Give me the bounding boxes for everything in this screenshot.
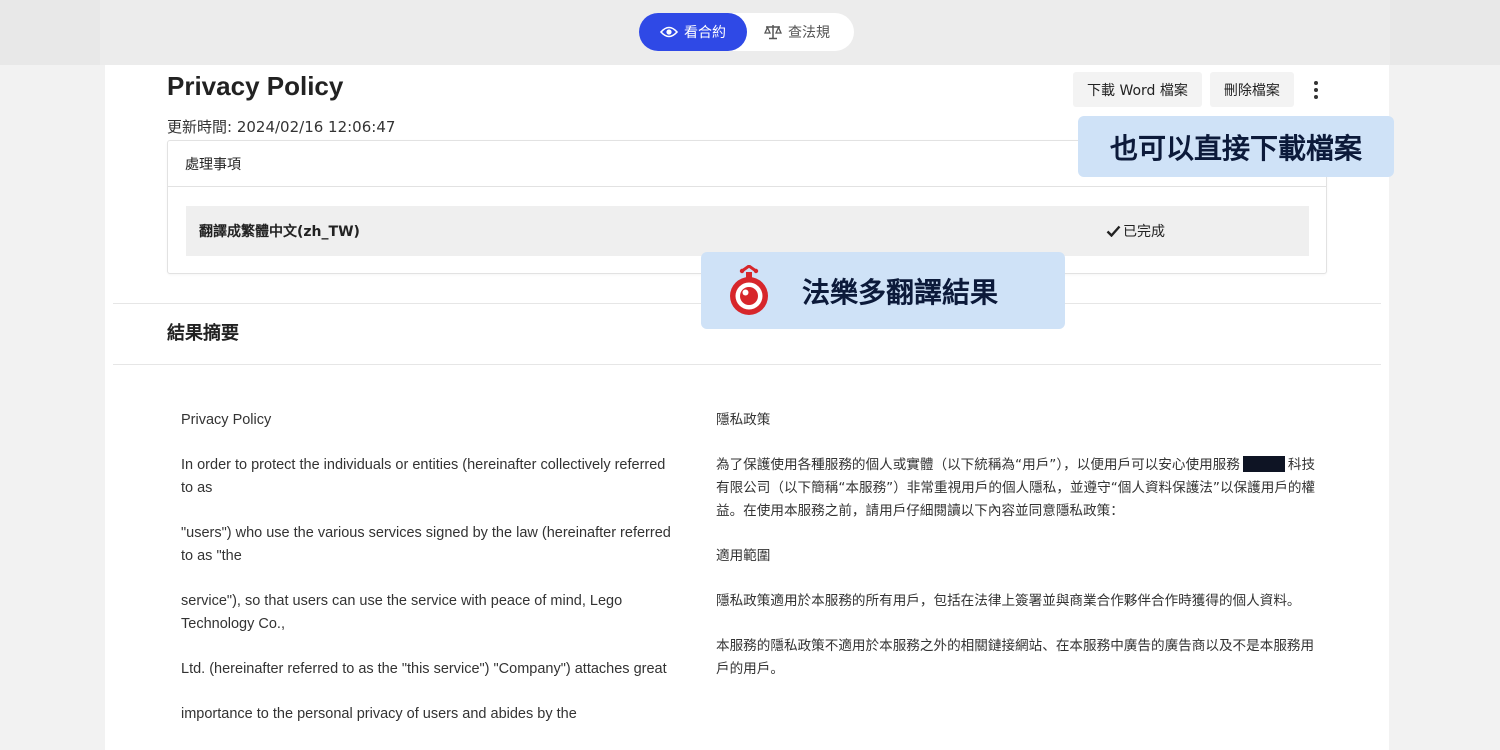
scale-icon <box>764 25 782 40</box>
original-paragraph: Privacy Policy <box>181 412 272 428</box>
translated-paragraph: 隱私政策適用於本服務的所有用戶，包括在法律上簽署並與商業合作夥伴合作時獲得的個人… <box>716 593 1301 609</box>
summary-title: 結果摘要 <box>167 323 239 344</box>
tab-search-law-label: 查法規 <box>788 25 830 41</box>
result-callout: 法樂多翻譯結果 <box>701 252 1065 329</box>
eye-icon <box>660 26 678 38</box>
original-paragraph: service"), so that users can use the ser… <box>181 593 623 632</box>
top-bar: 看合約 查法規 <box>0 0 1500 65</box>
translated-paragraph: 適用範圍 <box>716 548 771 564</box>
fa-le-duo-logo <box>730 264 768 315</box>
translated-text: 為了保護使用各種服務的個人或實體（以下統稱為“用戶”），以便用戶可以安心使用服務 <box>716 457 1240 473</box>
translated-paragraph: 隱私政策 <box>716 412 771 428</box>
delete-file-button[interactable]: 刪除檔案 <box>1209 72 1294 107</box>
original-text-column: Privacy Policy In order to protect the i… <box>181 409 671 748</box>
original-paragraph: Ltd. (hereinafter referred to as the "th… <box>181 661 667 677</box>
tab-view-contract[interactable]: 看合約 <box>639 13 747 51</box>
translated-paragraph: 本服務的隱私政策不適用於本服務之外的相關鏈接網站、在本服務中廣告的廣告商以及不是… <box>716 638 1315 677</box>
original-paragraph: importance to the personal privacy of us… <box>181 706 577 722</box>
translated-paragraph: 為了保護使用各種服務的個人或實體（以下統稱為“用戶”），以便用戶可以安心使用服務… <box>716 454 1316 523</box>
task-row: 翻譯成繁體中文(zh_TW) 已完成 <box>186 206 1309 256</box>
divider <box>113 364 1381 365</box>
page-title: Privacy Policy <box>167 71 344 101</box>
translated-text-column: 隱私政策 為了保護使用各種服務的個人或實體（以下統稱為“用戶”），以便用戶可以安… <box>716 409 1316 703</box>
download-hint-callout: 也可以直接下載檔案 <box>1078 116 1394 177</box>
more-vertical-icon[interactable] <box>1302 72 1330 107</box>
task-status-label: 已完成 <box>1123 224 1165 240</box>
tab-search-law[interactable]: 查法規 <box>747 13 847 51</box>
redaction-bar <box>1242 456 1285 472</box>
task-name: 翻譯成繁體中文(zh_TW) <box>199 224 360 240</box>
check-icon <box>1106 225 1121 237</box>
document-actions: 下載 Word 檔案 刪除檔案 <box>1073 72 1330 107</box>
view-toggle: 看合約 查法規 <box>639 13 854 51</box>
original-paragraph: "users") who use the various services si… <box>181 525 671 564</box>
download-word-button[interactable]: 下載 Word 檔案 <box>1073 72 1202 107</box>
task-status: 已完成 <box>1106 221 1165 241</box>
updated-timestamp: 更新時間: 2024/02/16 12:06:47 <box>167 118 396 136</box>
result-callout-label: 法樂多翻譯結果 <box>802 275 999 309</box>
original-paragraph: In order to protect the individuals or e… <box>181 457 666 496</box>
tab-view-contract-label: 看合約 <box>684 25 726 41</box>
